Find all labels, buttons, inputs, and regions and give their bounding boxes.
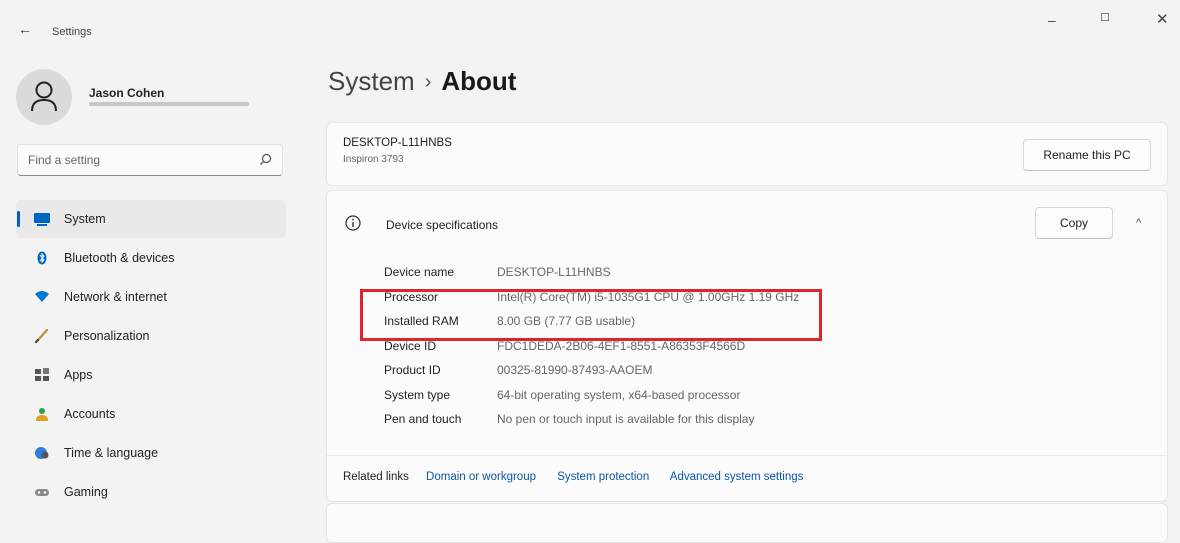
breadcrumb-current: About — [441, 66, 517, 96]
sidebar-item-label: Apps — [64, 368, 93, 382]
wifi-icon — [35, 291, 49, 302]
bluetooth-icon — [37, 251, 47, 265]
sidebar-item-label: System — [64, 212, 106, 226]
active-indicator — [17, 211, 20, 227]
person-icon — [31, 81, 57, 112]
page-title: System › About — [328, 66, 516, 97]
sidebar-item-time-language[interactable]: Time & language — [16, 434, 286, 472]
chevron-up-icon[interactable]: ^ — [1136, 217, 1141, 229]
sidebar-item-label: Bluetooth & devices — [64, 251, 175, 265]
highlight-annotation-box — [360, 289, 822, 341]
search-icon[interactable] — [259, 153, 272, 166]
link-advanced-system-settings[interactable]: Advanced system settings — [670, 471, 804, 483]
system-icon — [34, 213, 50, 226]
spec-value: 00325-81990-87493-AAOEM — [497, 363, 653, 377]
spec-key: System type — [384, 387, 451, 402]
globe-clock-icon — [35, 447, 49, 459]
sidebar-item-personalization[interactable]: Personalization — [16, 317, 286, 355]
minimize-button[interactable]: – — [1048, 12, 1056, 28]
brush-icon — [34, 329, 49, 343]
breadcrumb-system[interactable]: System — [328, 66, 415, 96]
back-arrow-icon[interactable]: ← — [18, 21, 32, 37]
sidebar-item-accounts[interactable]: Accounts — [16, 395, 286, 433]
copy-button[interactable]: Copy — [1035, 207, 1113, 239]
link-domain-workgroup[interactable]: Domain or workgroup — [426, 471, 536, 483]
related-links-label: Related links — [343, 471, 409, 483]
app-title: Settings — [52, 26, 92, 38]
spec-key: Product ID — [384, 363, 441, 377]
sidebar-item-label: Network & internet — [64, 290, 167, 304]
gamepad-icon — [35, 489, 49, 496]
sidebar-item-label: Gaming — [64, 485, 108, 499]
link-system-protection[interactable]: System protection — [557, 471, 649, 483]
sidebar-item-apps[interactable]: Apps — [16, 356, 286, 394]
search-input[interactable] — [18, 145, 263, 175]
user-name: Jason Cohen — [89, 86, 165, 100]
pc-model: Inspiron 3793 — [343, 154, 404, 165]
spec-value: DESKTOP-L11HNBS — [497, 265, 611, 279]
related-links: Related links Domain or workgroup System… — [343, 471, 821, 483]
avatar[interactable] — [16, 69, 72, 125]
spec-value: 64-bit operating system, x64-based proce… — [497, 387, 741, 402]
close-button[interactable]: ✕ — [1156, 10, 1169, 28]
sidebar-item-label: Time & language — [64, 446, 159, 460]
pc-name-card: DESKTOP-L11HNBS Inspiron 3793 Rename thi… — [326, 122, 1168, 186]
sidebar-nav: System Bluetooth & devices Network & int… — [16, 200, 286, 512]
user-email-redacted — [89, 102, 249, 106]
spec-key: Pen and touch — [384, 412, 462, 426]
sidebar-item-label: Personalization — [64, 329, 150, 343]
sidebar-item-system[interactable]: System — [16, 200, 286, 238]
rename-pc-button[interactable]: Rename this PC — [1023, 139, 1151, 171]
spec-key: Device name — [384, 265, 455, 279]
divider — [327, 455, 1167, 456]
accounts-icon — [36, 408, 48, 421]
breadcrumb-separator-icon: › — [424, 71, 432, 93]
device-specifications-title: Device specifications — [386, 218, 499, 232]
title-bar: ← Settings – ☐ ✕ — [0, 0, 1180, 38]
device-specifications-card: Device specifications Copy ^ Device name… — [326, 190, 1168, 502]
next-card-partial — [326, 503, 1168, 543]
sidebar-item-network[interactable]: Network & internet — [16, 278, 286, 316]
apps-icon — [35, 368, 49, 381]
sidebar-item-bluetooth[interactable]: Bluetooth & devices — [16, 239, 286, 277]
sidebar-item-label: Accounts — [64, 407, 116, 421]
spec-value: No pen or touch input is available for t… — [497, 412, 755, 426]
maximize-button[interactable]: ☐ — [1100, 11, 1110, 24]
pc-name: DESKTOP-L11HNBS — [343, 137, 452, 149]
info-icon — [345, 215, 361, 231]
sidebar-item-gaming[interactable]: Gaming — [16, 473, 286, 511]
search-box[interactable] — [17, 144, 283, 176]
